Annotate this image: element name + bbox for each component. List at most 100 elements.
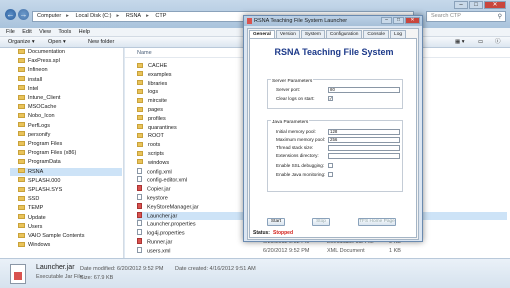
folder-icon (18, 204, 25, 210)
details-date-created: Date created: 4/16/2012 9:51 AM (175, 266, 256, 272)
java-monitoring-checkbox[interactable] (328, 172, 333, 177)
menu-help[interactable]: Help (79, 28, 90, 37)
nav-item[interactable]: Infineon (18, 66, 48, 74)
search-icon[interactable]: ⚲ (498, 13, 502, 22)
folder-icon (137, 159, 143, 165)
nav-item[interactable]: VAIO Sample Contents (18, 232, 84, 240)
preview-pane-icon[interactable]: ▭ (478, 37, 483, 48)
folder-icon (18, 76, 25, 82)
folder-icon (18, 241, 25, 247)
tab-system[interactable]: System (300, 30, 325, 38)
breadcrumb-separator-icon: ▸ (146, 13, 149, 19)
tab-configuration[interactable]: Configuration (325, 30, 363, 38)
nav-item-label: Users (28, 223, 43, 230)
file-name: scripts (148, 151, 164, 157)
new-folder-button[interactable]: New folder (88, 37, 114, 48)
nav-item-label: Intune_Client (28, 95, 61, 101)
file-name: Copier.jar (147, 186, 171, 193)
nav-item[interactable]: SPLASH.000 (18, 177, 60, 185)
folder-icon (18, 122, 25, 128)
nav-item[interactable]: ProgramData (18, 158, 61, 166)
file-name: logs (148, 89, 159, 96)
nav-item[interactable]: PerfLogs (18, 122, 50, 130)
nav-item[interactable]: Windows (18, 241, 50, 249)
menu-file[interactable]: File (6, 28, 15, 37)
search-input[interactable]: Search CTP ⚲ (426, 11, 506, 22)
file-row[interactable]: users.xml 6/20/2012 9:52 PM XML Document 1 … (137, 246, 507, 255)
tab-version[interactable]: Version (275, 30, 300, 38)
file-name: log4j.properties (147, 230, 185, 237)
nav-item[interactable]: Documentation (18, 48, 65, 56)
details-file-type: Executable Jar File (36, 274, 83, 280)
minimize-icon[interactable]: – (454, 1, 468, 9)
server-parameters-group: Server Parameters Server port: 80 Clear … (267, 79, 403, 109)
extensions-dir-field[interactable] (328, 153, 400, 159)
maximum-memory-field[interactable]: 256 (328, 137, 400, 143)
ssl-debugging-label: Enable SSL debugging: (276, 163, 325, 168)
close-icon[interactable]: ✕ (484, 1, 506, 9)
nav-item[interactable]: install (18, 76, 42, 84)
details-pane: Launcher.jar Executable Jar File Date mo… (0, 258, 510, 288)
nav-item[interactable]: Users (18, 223, 42, 231)
nav-item-label: ProgramData (28, 159, 61, 166)
tab-general[interactable]: General (249, 30, 275, 38)
organize-button[interactable]: Organize ▾ (8, 37, 35, 48)
open-button[interactable]: Open ▾ (48, 37, 66, 48)
forward-arrow-icon[interactable]: → (18, 9, 29, 20)
menu-tools[interactable]: Tools (58, 28, 71, 37)
breadcrumb-ctp[interactable]: CTP (155, 13, 166, 19)
dialog-body: General Version System Configuration Con… (247, 28, 419, 240)
navigation-pane: Documentation FaxPress.spl Infineon install… (0, 48, 124, 258)
file-size: 1 KB (389, 247, 401, 254)
breadcrumb-separator-icon: ▸ (116, 13, 120, 19)
back-arrow-icon[interactable]: ← (5, 9, 16, 20)
minimize-icon[interactable]: – (381, 17, 392, 24)
menu-edit[interactable]: Edit (22, 28, 31, 37)
thread-stack-field[interactable] (328, 145, 400, 151)
breadcrumb-local-disk[interactable]: Local Disk (C:) (75, 13, 111, 19)
nav-item[interactable]: TEMP (18, 204, 43, 212)
tab-log[interactable]: Log (390, 30, 407, 38)
stop-button[interactable]: Stop (312, 218, 330, 226)
nav-item[interactable]: Intune_Client (18, 94, 60, 102)
close-icon[interactable]: ✕ (405, 17, 420, 24)
nav-item[interactable]: Program Files (18, 140, 62, 148)
tfs-home-page-button[interactable]: TFS Home Page (358, 218, 396, 226)
start-button[interactable]: Start (267, 218, 285, 226)
extensions-dir-label: Extensions directory: (276, 153, 319, 158)
nav-item[interactable]: Intel (18, 85, 38, 93)
initial-memory-field[interactable]: 128 (328, 129, 400, 135)
folder-icon (137, 150, 143, 156)
menu-view[interactable]: View (39, 28, 51, 37)
view-options-icon[interactable]: ▦ ▾ (455, 37, 465, 48)
nav-item[interactable]: RSNA (10, 167, 122, 176)
help-icon[interactable]: ⓘ (495, 37, 501, 48)
folder-icon (18, 149, 25, 155)
nav-item[interactable]: FaxPress.spl (18, 57, 60, 65)
maximize-icon[interactable]: □ (393, 17, 404, 24)
nav-item[interactable]: personify (18, 131, 50, 139)
folder-icon (18, 140, 25, 146)
folder-icon (137, 88, 143, 94)
nav-item[interactable]: Nobo_Icon (18, 112, 55, 120)
nav-item[interactable]: SSD (18, 195, 39, 203)
nav-item[interactable]: MSOCache (18, 103, 56, 111)
dialog-titlebar: RSNA Teaching File System Launcher – □ ✕ (244, 16, 422, 26)
page-title: RSNA Teaching File System (274, 47, 394, 57)
server-port-field[interactable]: 80 (328, 87, 400, 93)
nav-item[interactable]: Program Files (x86) (18, 149, 76, 157)
java-monitoring-label: Enable Java monitoring: (276, 172, 326, 177)
nav-item[interactable]: SPLASH.SYS (18, 186, 62, 194)
ssl-debugging-checkbox[interactable] (328, 163, 333, 168)
file-name: pages (148, 107, 163, 113)
nav-item[interactable]: Update (18, 214, 46, 222)
breadcrumb-computer[interactable]: Computer (37, 13, 61, 19)
folder-icon (18, 57, 25, 63)
java-icon (247, 18, 252, 24)
folder-icon (137, 97, 143, 103)
nav-item-label: FaxPress.spl (28, 58, 60, 65)
tab-console[interactable]: Console (363, 30, 390, 38)
breadcrumb-rsna[interactable]: RSNA (126, 13, 141, 19)
maximize-icon[interactable]: □ (469, 1, 483, 9)
clear-logs-checkbox[interactable]: ✓ (328, 96, 333, 101)
